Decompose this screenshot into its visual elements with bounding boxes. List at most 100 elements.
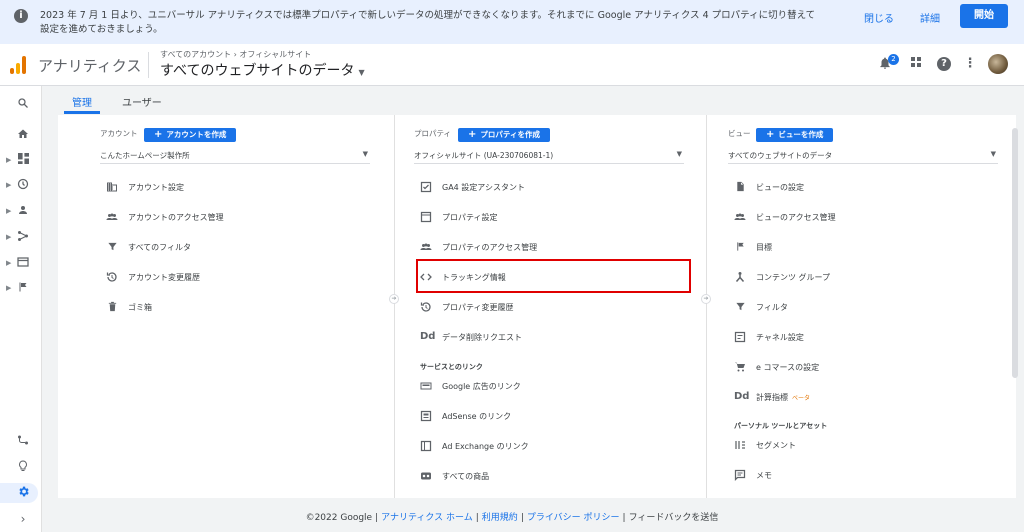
view-selector-label: すべてのウェブサイトのデータ xyxy=(160,63,355,79)
menu-goals[interactable]: 目標 xyxy=(734,231,984,261)
footer-home-link[interactable]: アナリティクス ホーム xyxy=(381,513,473,523)
footer-terms-link[interactable]: 利用規約 xyxy=(482,513,518,523)
dropdown-arrow-icon: ▼ xyxy=(676,150,682,158)
menu-label: 目標 xyxy=(756,243,772,252)
rail-acquisition[interactable]: ▶ xyxy=(0,228,42,248)
caret-down-icon: ▼ xyxy=(358,68,365,77)
menu-property-settings[interactable]: プロパティ設定 xyxy=(420,201,670,231)
menu-segments[interactable]: セグメント xyxy=(734,429,984,459)
gear-icon xyxy=(16,485,30,499)
rail-admin[interactable] xyxy=(0,483,38,503)
calculated-metrics-icon: Dd xyxy=(734,391,750,402)
create-property-button[interactable]: + プロパティを作成 xyxy=(458,128,550,142)
info-icon: i xyxy=(14,9,28,23)
analytics-logo[interactable] xyxy=(10,56,28,74)
header-divider xyxy=(148,52,149,78)
people-icon xyxy=(106,211,118,223)
create-view-label: ビューを作成 xyxy=(778,130,824,139)
menu-channel-settings[interactable]: チャネル設定 xyxy=(734,321,984,351)
menu-data-deletion[interactable]: Dd データ削除リクエスト xyxy=(420,321,670,351)
building-icon xyxy=(106,181,118,193)
rail-discover[interactable] xyxy=(0,458,42,478)
menu-label: AdSense のリンク xyxy=(442,412,512,421)
property-selector[interactable]: オフィシャルサイト (UA-230706081-1) ▼ xyxy=(414,150,684,164)
account-selector[interactable]: こんたホームページ製作所 ▼ xyxy=(100,150,370,164)
menu-all-filters[interactable]: すべてのフィルタ xyxy=(106,231,356,261)
menu-label: すべての商品 xyxy=(442,472,490,481)
footer-privacy-link[interactable]: プライバシー ポリシー xyxy=(527,513,620,523)
apps-grid-icon[interactable] xyxy=(908,56,924,72)
rail-customization[interactable]: ▶ xyxy=(0,151,42,171)
comment-icon xyxy=(734,469,746,482)
menu-ga4-assistant[interactable]: GA4 設定アシスタント xyxy=(420,171,670,201)
menu-view-settings[interactable]: ビューの設定 xyxy=(734,171,984,201)
menu-label: Google 広告のリンク xyxy=(442,382,521,391)
rail-conversions[interactable]: ▶ xyxy=(0,279,42,299)
rail-realtime[interactable]: ▶ xyxy=(0,176,42,196)
account-header: アカウント xyxy=(100,129,138,138)
menu-label: メモ xyxy=(756,471,772,480)
menu-label: チャネル設定 xyxy=(756,333,804,342)
channel-settings-icon xyxy=(734,331,746,343)
rail-search[interactable] xyxy=(0,95,42,115)
menu-account-settings[interactable]: アカウント設定 xyxy=(106,171,356,201)
menu-view-filters[interactable]: フィルタ xyxy=(734,291,984,321)
acquisition-icon xyxy=(16,230,30,244)
vertical-scrollbar[interactable] xyxy=(1012,128,1018,378)
expand-arrow-icon: ▶ xyxy=(6,156,12,164)
menu-label: アカウント変更履歴 xyxy=(128,273,200,282)
menu-label: ゴミ箱 xyxy=(128,303,152,312)
menu-content-grouping[interactable]: コンテンツ グループ xyxy=(734,261,984,291)
footer-feedback-link[interactable]: フィードバックを送信 xyxy=(629,513,719,523)
menu-view-access[interactable]: ビューのアクセス管理 xyxy=(734,201,984,231)
expand-arrow-icon: ▶ xyxy=(6,284,12,292)
menu-account-access[interactable]: アカウントのアクセス管理 xyxy=(106,201,356,231)
rail-attribution[interactable] xyxy=(0,432,42,452)
create-account-button[interactable]: + アカウントを作成 xyxy=(144,128,237,142)
ga4-migration-banner: i 2023 年 7 月 1 日より、ユニバーサル アナリティクスでは標準プロパ… xyxy=(0,0,1024,44)
content-grouping-icon xyxy=(734,271,746,283)
flag-icon xyxy=(16,281,30,295)
more-vert-icon[interactable]: ⋮ xyxy=(962,56,978,72)
home-icon xyxy=(16,128,30,142)
property-selector-value: オフィシャルサイト (UA-230706081-1) xyxy=(414,151,554,160)
expand-arrow-icon: ▶ xyxy=(6,181,12,189)
admin-tabs: 管理 ユーザー xyxy=(42,86,1024,114)
rail-behavior[interactable]: ▶ xyxy=(0,254,42,274)
create-view-button[interactable]: + ビューを作成 xyxy=(756,128,834,142)
view-selector[interactable]: すべてのウェブサイトのデータ ▼ xyxy=(160,60,365,80)
property-column: プロパティ + プロパティを作成 オフィシャルサイト (UA-230706081-… xyxy=(372,115,708,498)
segments-icon xyxy=(734,439,746,451)
banner-detail-link[interactable]: 詳細 xyxy=(920,10,940,25)
rail-audience[interactable]: ▶ xyxy=(0,202,42,222)
help-icon[interactable]: ? xyxy=(937,57,951,71)
rail-home[interactable] xyxy=(0,126,42,146)
menu-all-products[interactable]: すべての商品 xyxy=(420,460,670,490)
menu-adsense-link[interactable]: AdSense のリンク xyxy=(420,400,670,430)
menu-property-history[interactable]: プロパティ変更履歴 xyxy=(420,291,670,321)
avatar[interactable] xyxy=(988,54,1008,74)
dropdown-arrow-icon: ▼ xyxy=(362,150,368,158)
menu-ad-exchange-link[interactable]: Ad Exchange のリンク xyxy=(420,430,670,460)
menu-google-ads-link[interactable]: Google 広告のリンク xyxy=(420,370,670,400)
menu-annotations[interactable]: メモ xyxy=(734,459,984,489)
search-icon xyxy=(16,97,30,111)
banner-close-button[interactable]: 閉じる xyxy=(864,10,894,25)
breadcrumb[interactable]: すべてのアカウント › オフィシャルサイト xyxy=(160,49,311,60)
menu-trash[interactable]: ゴミ箱 xyxy=(106,291,356,321)
app-name: アナリティクス xyxy=(38,57,142,75)
filter-icon xyxy=(106,241,118,253)
menu-label: アカウントのアクセス管理 xyxy=(128,213,224,222)
menu-label: プロパティ変更履歴 xyxy=(442,303,514,312)
tab-admin[interactable]: 管理 xyxy=(72,94,92,109)
banner-start-button[interactable]: 開始 xyxy=(960,4,1008,28)
menu-account-history[interactable]: アカウント変更履歴 xyxy=(106,261,356,291)
tab-user[interactable]: ユーザー xyxy=(122,94,162,109)
menu-ecommerce-settings[interactable]: e コマースの設定 xyxy=(734,351,984,381)
top-header: アナリティクス すべてのアカウント › オフィシャルサイト すべてのウェブサイト… xyxy=(0,44,1024,86)
menu-label: プロパティのアクセス管理 xyxy=(442,243,538,252)
menu-property-access[interactable]: プロパティのアクセス管理 xyxy=(420,231,670,261)
view-column-selector[interactable]: すべてのウェブサイトのデータ ▼ xyxy=(728,150,998,164)
person-icon xyxy=(16,204,30,218)
menu-calculated-metrics[interactable]: Dd 計算指標 ベータ xyxy=(734,381,984,411)
